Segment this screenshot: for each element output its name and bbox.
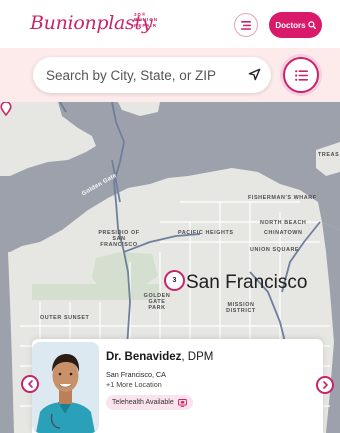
previous-doctor-button[interactable] (21, 375, 39, 393)
telehealth-label: Telehealth Available (112, 399, 174, 406)
map-label-mission-district: MISSION DISTRICT (226, 302, 256, 315)
map-label-treasure-island: TREAS (318, 152, 340, 158)
telehealth-badge: Telehealth Available (106, 395, 193, 410)
search-box (33, 57, 271, 93)
search-icon (307, 21, 316, 29)
next-doctor-button[interactable] (316, 376, 334, 394)
search-bar-section (0, 48, 340, 102)
doctor-card[interactable]: Dr. Benavidez, DPM San Francisco, CA +1 … (32, 339, 323, 433)
hamburger-icon (241, 20, 251, 30)
doctor-portrait (32, 342, 99, 433)
map-city-label: San Francisco (186, 272, 308, 293)
doctor-credential: , DPM (181, 351, 214, 363)
bay-water-east (322, 222, 340, 433)
map-label-golden-gate-park: GOLDEN GATE PARK (143, 293, 171, 312)
map-label-north-beach: NORTH BEACH (260, 220, 307, 226)
map-pin-icon[interactable] (0, 102, 12, 116)
menu-button[interactable] (234, 13, 258, 37)
map-label-pacific-heights: PACIFIC HEIGHTS (178, 230, 234, 236)
list-icon (294, 69, 308, 81)
doctor-city: San Francisco, CA (106, 370, 166, 379)
doctors-search-button[interactable]: Doctors (269, 12, 322, 38)
ocean-water (0, 252, 14, 433)
chevron-right-icon (322, 381, 328, 389)
logo-tagline: 3D® BUNION REPAIR (134, 12, 158, 28)
logo-tagline-line: REPAIR (134, 22, 158, 28)
location-arrow-icon[interactable] (248, 68, 261, 81)
doctor-name[interactable]: Dr. Benavidez, DPM (106, 351, 213, 363)
doctor-name-text: Dr. Benavidez (106, 351, 182, 363)
map-label-chinatown: CHINATOWN (264, 230, 303, 236)
map-label-outer-sunset: OUTER SUNSET (40, 315, 90, 321)
map-cluster-marker[interactable]: 3 (164, 270, 185, 291)
chevron-left-icon (27, 380, 33, 388)
video-screen-icon (177, 398, 187, 407)
more-locations-link[interactable]: +1 More Location (106, 380, 162, 389)
list-view-button[interactable] (283, 57, 319, 93)
doctors-button-label: Doctors (275, 20, 306, 30)
location-search-input[interactable] (46, 57, 236, 93)
map-label-presidio: PRESIDIO OF SAN FRANCISCO (98, 230, 140, 249)
map-label-fishermans-wharf: FISHERMAN'S WHARF (248, 195, 317, 201)
site-header: Bunionplasty 3D® BUNION REPAIR Doctors (0, 0, 340, 48)
map-label-union-square: UNION SQUARE (250, 247, 300, 253)
doctor-photo (32, 342, 99, 433)
